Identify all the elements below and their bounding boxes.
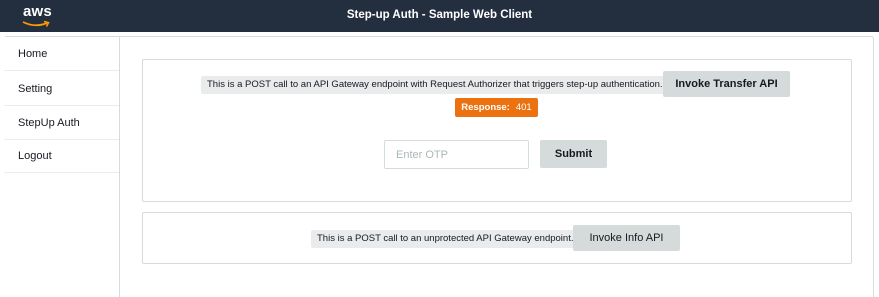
sidebar-item-logout[interactable]: Logout	[4, 139, 119, 173]
info-api-description: This is a POST call to an unprotected AP…	[311, 230, 580, 248]
aws-smile-icon	[22, 20, 50, 27]
sidebar-item-home[interactable]: Home	[4, 37, 119, 71]
invoke-transfer-api-button[interactable]: Invoke Transfer API	[663, 71, 790, 97]
top-navigation-bar: aws Step-up Auth - Sample Web Client	[0, 0, 879, 32]
transfer-api-description: This is a POST call to an API Gateway en…	[201, 76, 669, 94]
submit-otp-button[interactable]: Submit	[540, 140, 607, 168]
response-label: Response:	[461, 102, 510, 113]
otp-input[interactable]	[384, 140, 529, 169]
app-title: Step-up Auth - Sample Web Client	[346, 9, 533, 21]
response-status-badge: Response: 401	[455, 98, 538, 117]
invoke-info-api-button[interactable]: Invoke Info API	[573, 225, 680, 251]
sidebar-item-setting[interactable]: Setting	[4, 72, 119, 106]
response-code: 401	[515, 102, 532, 113]
sidebar: Home Setting StepUp Auth Logout	[4, 37, 120, 297]
sidebar-item-stepup-auth[interactable]: StepUp Auth	[4, 106, 119, 140]
